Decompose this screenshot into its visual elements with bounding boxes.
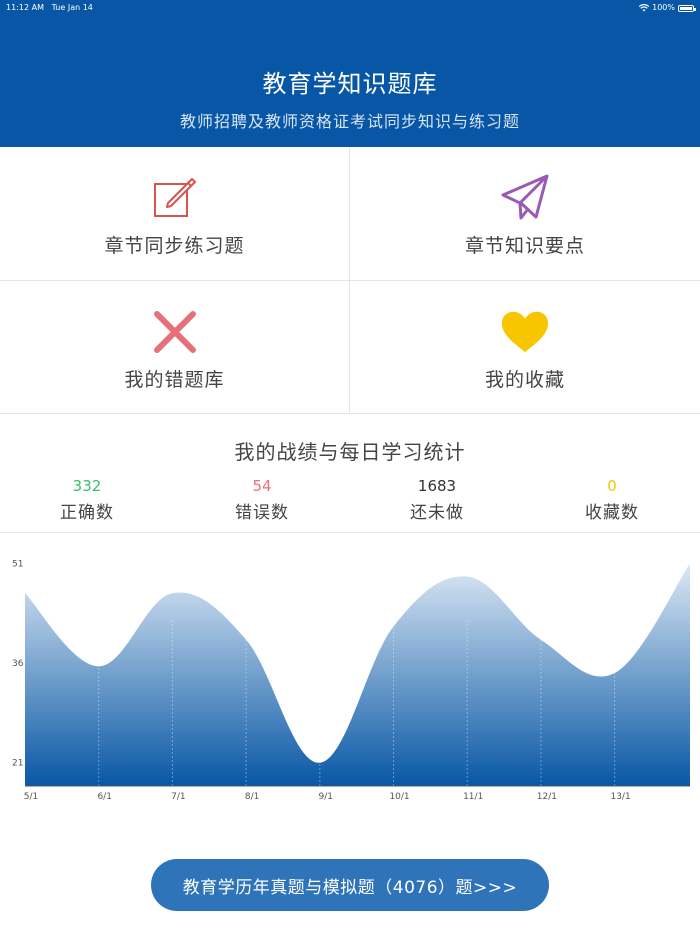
status-time-date: 11:12 AM Tue Jan 14 bbox=[6, 0, 93, 16]
stat-value: 1683 bbox=[417, 477, 457, 495]
menu-item-label: 章节知识要点 bbox=[464, 235, 585, 257]
section-divider bbox=[0, 532, 700, 533]
status-time: 11:12 AM bbox=[6, 3, 44, 12]
wifi-icon bbox=[639, 4, 650, 12]
x-tick-label: 12/1 bbox=[537, 792, 557, 802]
cross-icon bbox=[150, 307, 200, 357]
menu-item-label: 我的错题库 bbox=[124, 369, 225, 391]
stat-undone: 1683 还未做 bbox=[357, 476, 517, 523]
x-tick-label: 13/1 bbox=[610, 792, 630, 802]
y-tick-label: 51 bbox=[12, 560, 23, 569]
status-date: Tue Jan 14 bbox=[51, 3, 93, 12]
chart-svg: 21 36 51 5/1 6/1 7/1 8/1 9/1 10/1 11/1 12/1 13/1 bbox=[12, 559, 690, 802]
stat-label: 还未做 bbox=[410, 503, 464, 523]
stat-correct: 332 正确数 bbox=[7, 476, 167, 523]
app-header: 11:12 AM Tue Jan 14 100% 教育学知识题库 教师招聘及教师… bbox=[0, 0, 700, 147]
stats-title: 我的战绩与每日学习统计 bbox=[234, 440, 466, 464]
daily-study-chart: 21 36 51 5/1 6/1 7/1 8/1 9/1 10/1 11/1 12/1 13/1 bbox=[0, 559, 700, 810]
y-tick-label: 21 bbox=[12, 759, 23, 769]
menu-item-chapter-practice[interactable]: 章节同步练习题 bbox=[0, 147, 350, 280]
menu-item-wrong-questions[interactable]: 我的错题库 bbox=[0, 281, 350, 414]
menu-item-chapter-knowledge[interactable]: 章节知识要点 bbox=[350, 147, 700, 280]
x-tick-label: 10/1 bbox=[389, 792, 409, 802]
y-tick-label: 36 bbox=[12, 659, 24, 669]
past-exams-button[interactable]: 教育学历年真题与模拟题（4076）题>>> bbox=[151, 859, 549, 911]
stat-value: 54 bbox=[252, 477, 272, 495]
x-tick-label: 9/1 bbox=[319, 792, 333, 802]
x-tick-label: 11/1 bbox=[463, 792, 483, 802]
stat-value: 0 bbox=[607, 477, 617, 495]
x-tick-label: 8/1 bbox=[245, 792, 259, 802]
status-bar: 11:12 AM Tue Jan 14 100% bbox=[0, 0, 700, 16]
stat-label: 正确数 bbox=[60, 503, 114, 523]
app-title: 教育学知识题库 bbox=[262, 70, 438, 98]
menu-grid: 章节同步练习题 章节知识要点 我的错题库 我的收藏 bbox=[0, 147, 700, 414]
menu-item-favorites[interactable]: 我的收藏 bbox=[350, 281, 700, 414]
x-tick-label: 7/1 bbox=[171, 792, 185, 802]
edit-icon bbox=[150, 173, 200, 223]
stat-value: 332 bbox=[72, 477, 102, 495]
paper-plane-icon bbox=[500, 173, 550, 223]
stat-favorites: 0 收藏数 bbox=[532, 476, 692, 523]
x-tick-label: 6/1 bbox=[97, 792, 111, 802]
menu-item-label: 章节同步练习题 bbox=[104, 235, 245, 257]
stat-wrong: 54 错误数 bbox=[182, 476, 342, 523]
stat-label: 收藏数 bbox=[585, 503, 639, 523]
battery-percent: 100% bbox=[652, 3, 675, 12]
x-tick-label: 5/1 bbox=[24, 792, 38, 802]
app-subtitle: 教师招聘及教师资格证考试同步知识与练习题 bbox=[179, 112, 520, 131]
stat-label: 错误数 bbox=[235, 503, 289, 523]
menu-item-label: 我的收藏 bbox=[484, 369, 565, 391]
heart-icon bbox=[500, 307, 550, 357]
status-right: 100% bbox=[639, 0, 696, 16]
chart-area-series bbox=[25, 563, 690, 786]
battery-icon bbox=[678, 4, 696, 12]
